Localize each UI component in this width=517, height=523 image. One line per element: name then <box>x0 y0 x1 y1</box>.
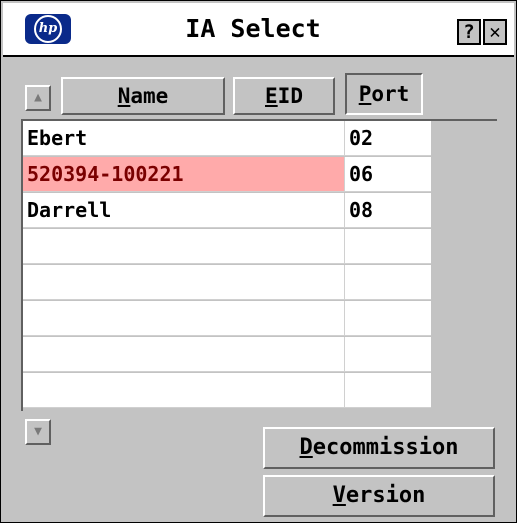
row-port-cell: 06 <box>345 157 431 192</box>
sort-eid-button[interactable]: EID <box>233 77 335 115</box>
row-port-cell: 08 <box>345 193 431 228</box>
hp-logo-mark: hp <box>34 15 62 43</box>
row-name-cell: Darrell <box>23 193 345 228</box>
sort-port-button[interactable]: Port <box>345 73 423 115</box>
sort-name-button[interactable]: Name <box>61 77 225 115</box>
row-name-cell: 520394-100221 <box>23 157 345 192</box>
row-name-cell <box>23 265 345 300</box>
title-bar: hp IA Select ? ✕ <box>3 3 514 57</box>
triangle-down-icon: ▼ <box>34 424 42 439</box>
row-name-cell <box>23 373 345 408</box>
list-row[interactable]: 520394-100221 06 <box>23 157 431 193</box>
list-row[interactable] <box>23 265 431 301</box>
row-name-cell <box>23 301 345 336</box>
hp-logo: hp <box>25 14 71 44</box>
decommission-button[interactable]: Decommission <box>263 427 495 469</box>
row-port-cell <box>345 301 431 336</box>
row-name-cell <box>23 229 345 264</box>
row-port-cell: 02 <box>345 121 431 156</box>
row-port-cell <box>345 337 431 372</box>
window-title: IA Select <box>185 14 321 43</box>
triangle-up-icon: ▲ <box>34 90 42 105</box>
scroll-up-button[interactable]: ▲ <box>25 85 51 111</box>
row-name-cell <box>23 337 345 372</box>
row-name-cell: Ebert <box>23 121 345 156</box>
row-port-cell <box>345 373 431 408</box>
row-port-cell <box>345 229 431 264</box>
ia-select-window: hp IA Select ? ✕ ▲ Name EID Port Ebert 02… <box>0 0 517 523</box>
list-row[interactable] <box>23 373 431 409</box>
list-row[interactable] <box>23 337 431 373</box>
list-row[interactable] <box>23 229 431 265</box>
list-row[interactable]: Ebert 02 <box>23 121 431 157</box>
list-row[interactable]: Darrell 08 <box>23 193 431 229</box>
scroll-down-button[interactable]: ▼ <box>25 419 51 445</box>
close-button[interactable]: ✕ <box>483 19 507 45</box>
help-button[interactable]: ? <box>457 19 481 45</box>
row-port-cell <box>345 265 431 300</box>
list-row[interactable] <box>23 301 431 337</box>
ia-list: Ebert 02 520394-100221 06 Darrell 08 <box>21 119 497 411</box>
version-button[interactable]: Version <box>263 475 495 517</box>
